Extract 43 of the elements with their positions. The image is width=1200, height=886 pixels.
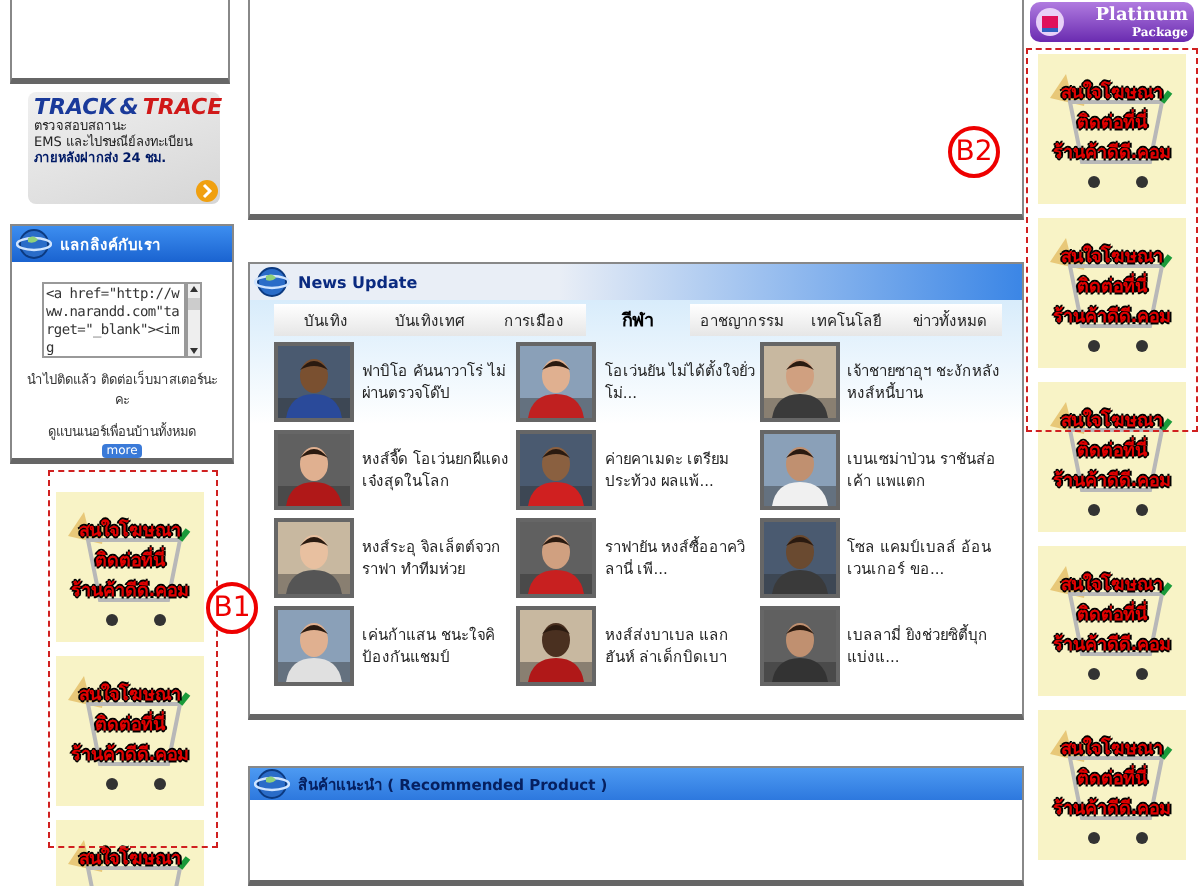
banner-title: TRACE xyxy=(142,96,223,118)
ad-text: ร้านค้าดีดี.คอม xyxy=(1052,140,1172,168)
ad-text: ติดต่อที่นี่ xyxy=(1077,766,1147,796)
ad-text: ร้านค้าดีดี.คอม xyxy=(1052,632,1172,660)
panel-title: News Update xyxy=(298,273,418,291)
ad-banner[interactable]: สนใจโฆษณา ติดต่อที่นี่ ร้านค้าดีดี.คอม xyxy=(56,492,204,642)
ad-text: สนใจโฆษณา xyxy=(79,682,181,710)
ad-text: ติดต่อที่นี่ xyxy=(1077,602,1147,632)
ad-text: สนใจโฆษณา xyxy=(1061,572,1163,600)
ad-text: สนใจโฆษณา xyxy=(79,846,181,874)
news-tab[interactable]: กีฬา xyxy=(586,304,690,336)
ad-text: สนใจโฆษณา xyxy=(1061,408,1163,436)
ad-text: สนใจโฆษณา xyxy=(1061,736,1163,764)
callout-marker: B1 xyxy=(206,582,258,634)
ad-banner[interactable]: สนใจโฆษณา ติดต่อที่นี่ ร้านค้าดีดี.คอม xyxy=(1038,54,1186,204)
banner-title: TRACK xyxy=(34,96,116,118)
ad-text: ร้านค้าดีดี.คอม xyxy=(1052,468,1172,496)
ad-text: สนใจโฆษณา xyxy=(1061,80,1163,108)
ad-banner[interactable]: สนใจโฆษณา ติดต่อที่นี่ ร้านค้าดีดี.คอม xyxy=(1038,710,1186,860)
ad-text: ร้านค้าดีดี.คอม xyxy=(1052,796,1172,824)
ad-banner[interactable]: สนใจโฆษณา ติดต่อที่นี่ ร้านค้าดีดี.คอม xyxy=(1038,382,1186,532)
globe-icon xyxy=(254,264,290,300)
ad-text: ติดต่อที่นี่ xyxy=(95,548,165,578)
ad-text: สนใจโฆษณา xyxy=(79,518,181,546)
ad-text: ร้านค้าดีดี.คอม xyxy=(70,742,190,770)
book-icon xyxy=(1036,8,1064,36)
globe-icon xyxy=(254,766,290,802)
ad-text: ติดต่อที่นี่ xyxy=(1077,110,1147,140)
ad-banner[interactable]: สนใจโฆษณา xyxy=(56,820,204,886)
globe-icon xyxy=(16,226,52,262)
scrollbar-icon xyxy=(186,282,202,358)
arrow-icon xyxy=(196,180,218,202)
ad-text: ติดต่อที่นี่ xyxy=(1077,438,1147,468)
ad-banner[interactable]: สนใจโฆษณา ติดต่อที่นี่ ร้านค้าดีดี.คอม xyxy=(56,656,204,806)
ad-text: ติดต่อที่นี่ xyxy=(1077,274,1147,304)
ad-text: สนใจโฆษณา xyxy=(1061,244,1163,272)
ad-text: ร้านค้าดีดี.คอม xyxy=(70,578,190,606)
ad-text: ติดต่อที่นี่ xyxy=(95,712,165,742)
ad-banner[interactable]: สนใจโฆษณา ติดต่อที่นี่ ร้านค้าดีดี.คอม xyxy=(1038,218,1186,368)
banner-title: & xyxy=(119,96,139,118)
ad-banner[interactable]: สนใจโฆษณา ติดต่อที่นี่ ร้านค้าดีดี.คอม xyxy=(1038,546,1186,696)
ad-text: ร้านค้าดีดี.คอม xyxy=(1052,304,1172,332)
badge-title: Platinum xyxy=(1095,5,1188,25)
